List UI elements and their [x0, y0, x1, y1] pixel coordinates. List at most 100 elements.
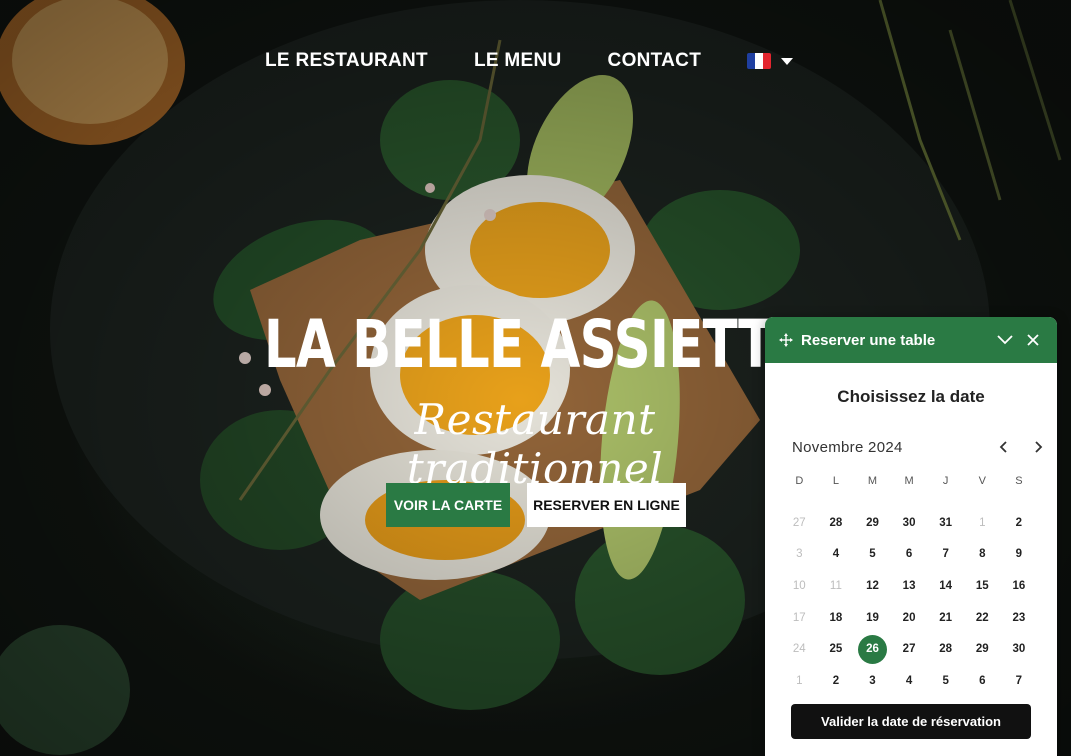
calendar-day-number: 7	[1015, 674, 1023, 687]
calendar-day[interactable]: 12	[854, 570, 891, 602]
calendar-day[interactable]: 25	[818, 633, 855, 665]
book-online-button[interactable]: RESERVER EN LIGNE	[527, 483, 686, 527]
calendar-day[interactable]: 7	[927, 538, 964, 570]
calendar-day: 1	[964, 507, 1001, 539]
calendar-day-number: 30	[1012, 643, 1026, 656]
calendar-day[interactable]: 5	[854, 538, 891, 570]
calendar-day-number: 7	[942, 548, 949, 561]
widget-header-title: Reserver une table	[801, 331, 936, 349]
calendar-day-number: 21	[939, 611, 953, 624]
calendar-day: 17	[781, 602, 818, 634]
calendar-day[interactable]: 2	[818, 665, 855, 697]
weekday-header: L	[832, 475, 839, 487]
calendar-day-number: 4	[905, 674, 913, 687]
calendar-day: 1	[781, 665, 818, 697]
calendar-day-number: 6	[905, 548, 913, 561]
collapse-button[interactable]	[995, 330, 1015, 350]
calendar-day[interactable]: 2	[1001, 507, 1038, 539]
calendar-day-number: 20	[902, 611, 916, 624]
calendar-day[interactable]: 31	[927, 507, 964, 539]
widget-header[interactable]: Reserver une table	[765, 317, 1057, 363]
calendar-day[interactable]: 16	[1001, 570, 1038, 602]
calendar-day-number: 31	[939, 516, 953, 529]
calendar-day[interactable]: 19	[854, 602, 891, 634]
calendar-day-number: 6	[979, 674, 986, 687]
nav-link-menu[interactable]: LE MENU	[474, 50, 562, 72]
choose-date-title: Choisissez la date	[837, 387, 985, 406]
calendar-day-number: 30	[902, 516, 916, 529]
calendar-day-number: 13	[902, 579, 916, 592]
view-menu-button[interactable]: VOIR LA CARTE	[386, 483, 510, 527]
calendar-day-number: 2	[832, 674, 840, 687]
calendar-day[interactable]: 20	[891, 602, 928, 634]
nav-link-restaurant[interactable]: LE RESTAURANT	[265, 50, 428, 72]
move-icon[interactable]	[779, 333, 793, 347]
calendar-day-number: 22	[975, 611, 989, 624]
chevron-down-icon	[781, 57, 794, 65]
calendar-day-selected[interactable]: 26	[854, 633, 891, 665]
previous-month-button[interactable]	[985, 437, 1021, 457]
calendar-day-number: 10	[792, 579, 806, 592]
calendar-day-number: 15	[975, 579, 989, 592]
calendar-day[interactable]: 30	[1001, 633, 1038, 665]
calendar-day[interactable]: 9	[1001, 538, 1038, 570]
calendar-day-number: 26	[857, 634, 887, 664]
language-selector[interactable]	[747, 53, 794, 69]
calendar-day: 10	[781, 570, 818, 602]
calendar-day-number: 16	[1012, 579, 1026, 592]
reservation-widget: Reserver une table Choisissez la date No…	[765, 317, 1057, 756]
calendar-day[interactable]: 28	[927, 633, 964, 665]
calendar-day: 3	[781, 538, 818, 570]
calendar-day-number: 24	[792, 643, 806, 656]
calendar-day: 27	[781, 507, 818, 539]
calendar-day[interactable]: 7	[1001, 665, 1038, 697]
calendar-day-number: 25	[829, 643, 843, 656]
calendar-day[interactable]: 22	[964, 602, 1001, 634]
calendar-day-number: 1	[796, 674, 803, 687]
next-month-button[interactable]	[1021, 437, 1057, 457]
weekday-header: V	[978, 475, 986, 487]
calendar-day-number: 17	[792, 611, 806, 624]
calendar-day[interactable]: 30	[891, 507, 928, 539]
calendar-day[interactable]: 15	[964, 570, 1001, 602]
calendar-day-number: 5	[942, 674, 949, 687]
calendar-day[interactable]: 28	[818, 507, 855, 539]
calendar-day[interactable]: 29	[964, 633, 1001, 665]
calendar-day-number: 3	[869, 674, 876, 687]
calendar-day-number: 9	[1015, 548, 1023, 561]
calendar-day: 11	[818, 570, 855, 602]
calendar-day-number: 5	[869, 548, 876, 561]
close-button[interactable]	[1023, 330, 1043, 350]
calendar-day-number: 29	[866, 516, 879, 529]
calendar-day[interactable]: 27	[891, 633, 928, 665]
calendar-day-number: 8	[979, 548, 986, 561]
validate-date-button[interactable]: Valider la date de réservation	[791, 704, 1031, 739]
hero-actions: VOIR LA CARTE RESERVER EN LIGNE	[386, 483, 686, 527]
chevron-down-icon	[997, 335, 1013, 345]
calendar-day: 24	[781, 633, 818, 665]
calendar-day-number: 12	[866, 579, 879, 592]
calendar-day-number: 11	[829, 579, 842, 592]
calendar-day[interactable]: 3	[854, 665, 891, 697]
calendar-day[interactable]: 6	[891, 538, 928, 570]
calendar-day[interactable]: 4	[891, 665, 928, 697]
nav-link-contact[interactable]: CONTACT	[608, 50, 702, 72]
calendar-day[interactable]: 29	[854, 507, 891, 539]
calendar-day[interactable]: 4	[818, 538, 855, 570]
calendar-day-number: 27	[902, 643, 916, 656]
calendar-day-number: 18	[829, 611, 843, 624]
chevron-left-icon	[999, 441, 1007, 453]
calendar-day[interactable]: 14	[927, 570, 964, 602]
calendar-day[interactable]: 23	[1001, 602, 1038, 634]
calendar-day[interactable]: 5	[927, 665, 964, 697]
calendar-day[interactable]: 8	[964, 538, 1001, 570]
calendar-day-number: 1	[979, 516, 986, 529]
calendar-day[interactable]: 6	[964, 665, 1001, 697]
calendar-day-number: 19	[866, 611, 879, 624]
calendar-day-number: 28	[829, 516, 843, 529]
calendar-day[interactable]: 21	[927, 602, 964, 634]
calendar-day[interactable]: 18	[818, 602, 855, 634]
calendar-day[interactable]: 13	[891, 570, 928, 602]
calendar-day-number: 3	[796, 548, 803, 561]
weekday-header: J	[942, 475, 949, 487]
